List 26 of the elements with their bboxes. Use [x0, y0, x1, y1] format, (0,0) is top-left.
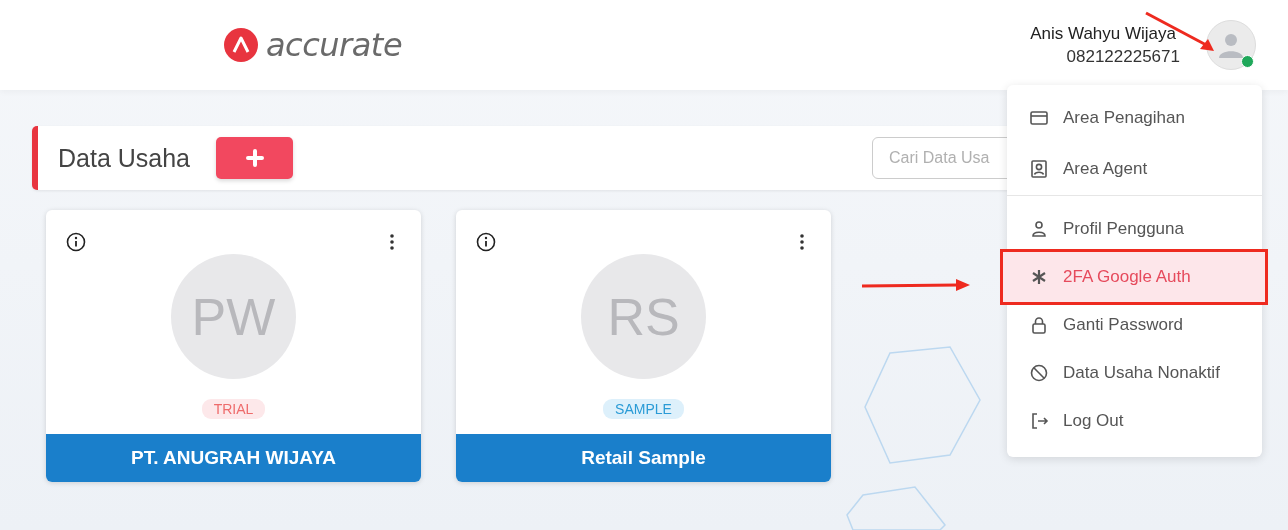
plus-icon [245, 149, 264, 167]
user-icon [1029, 219, 1049, 239]
info-icon[interactable] [476, 232, 496, 252]
company-name: Retail Sample [456, 434, 831, 482]
company-name: PT. ANUGRAH WIJAYA [46, 434, 421, 482]
add-button[interactable] [216, 137, 294, 179]
user-phone: 082122225671 [1066, 46, 1180, 67]
ban-icon [1029, 363, 1049, 383]
menu-item[interactable]: Data Usaha Nonaktif [1007, 349, 1262, 397]
status-badge: TRIAL [201, 399, 266, 419]
logo-text: accurate [266, 26, 403, 64]
contact-card-icon [1029, 158, 1049, 179]
menu-item[interactable]: Log Out [1007, 397, 1262, 445]
lock-icon [1029, 315, 1049, 335]
status-badge: SAMPLE [603, 399, 684, 419]
user-name: Anis Wahyu Wijaya [1030, 23, 1176, 44]
page-title: Data Usaha [58, 143, 191, 173]
more-options-icon[interactable] [389, 233, 395, 251]
menu-item[interactable]: Area Agent [1007, 142, 1262, 196]
credit-card-icon [1029, 108, 1049, 128]
logo-icon [224, 28, 258, 62]
logout-icon [1029, 411, 1049, 431]
info-icon[interactable] [66, 232, 86, 252]
more-options-icon[interactable] [799, 233, 805, 251]
user-avatar[interactable] [1206, 20, 1256, 70]
user-silhouette-icon [1218, 32, 1244, 58]
